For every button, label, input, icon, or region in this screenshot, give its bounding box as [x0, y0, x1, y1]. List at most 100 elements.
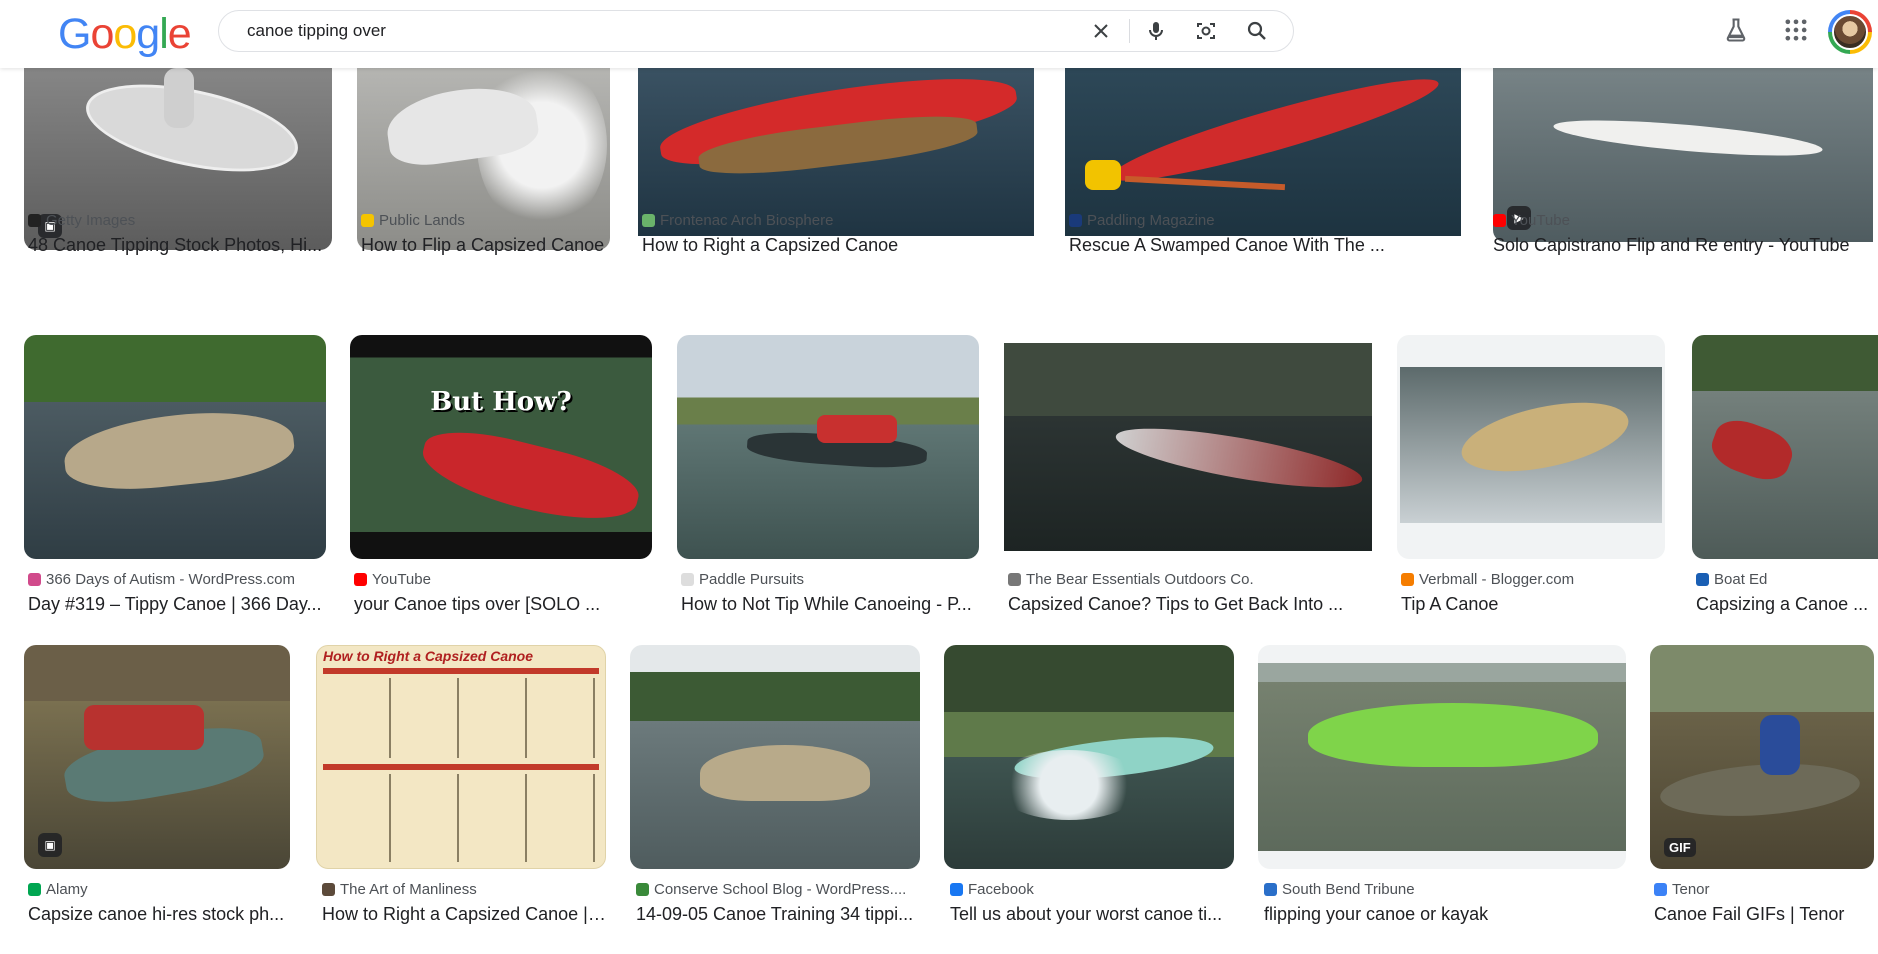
result-source: Getty Images — [28, 212, 135, 229]
result-thumbnail[interactable] — [1258, 645, 1626, 869]
result-thumbnail[interactable]: GIF — [1650, 645, 1874, 869]
result-title[interactable]: How to Not Tip While Canoeing - P... — [681, 594, 977, 615]
source-favicon — [28, 573, 41, 586]
source-favicon — [1493, 214, 1506, 227]
paddle-shape — [1124, 175, 1286, 191]
lens-camera-icon[interactable] — [1194, 19, 1218, 43]
thumbnail-image — [1258, 663, 1626, 851]
image-result-card[interactable]: Verbmall - Blogger.com Tip A Canoe — [1397, 335, 1667, 625]
illustration-panels — [323, 774, 599, 862]
result-title[interactable]: Rescue A Swamped Canoe With The ... — [1069, 235, 1461, 256]
image-result-card[interactable]: ▣ Alamy Capsize canoe hi-res stock ph... — [24, 645, 294, 940]
source-favicon — [354, 573, 367, 586]
result-thumbnail[interactable] — [1065, 50, 1461, 236]
result-source: Public Lands — [361, 212, 465, 229]
result-thumbnail[interactable]: But How? — [350, 335, 652, 559]
thumbnail-image — [1400, 367, 1662, 523]
white-canoe-shape — [1552, 113, 1824, 163]
image-result-card[interactable]: But How? YouTube your Canoe tips over [S… — [350, 335, 654, 625]
result-title[interactable]: Tip A Canoe — [1401, 594, 1665, 615]
image-type-icon: ▣ — [38, 833, 62, 857]
canoe-shape — [1112, 416, 1366, 500]
result-thumbnail[interactable] — [1397, 335, 1665, 559]
source-favicon — [642, 214, 655, 227]
account-avatar[interactable] — [1828, 10, 1872, 54]
result-title[interactable]: Tell us about your worst canoe ti... — [950, 904, 1234, 925]
image-result-card[interactable]: Facebook Tell us about your worst canoe … — [944, 645, 1238, 940]
green-kayak-shape — [1308, 703, 1598, 767]
source-favicon — [1264, 883, 1277, 896]
life-vest-shape — [1085, 160, 1121, 190]
result-title[interactable]: your Canoe tips over [SOLO ... — [354, 594, 650, 615]
image-result-card[interactable]: Boat Ed Capsizing a Canoe ... — [1692, 335, 1878, 625]
result-title[interactable]: How to Right a Capsized Canoe — [642, 235, 1034, 256]
thumbnail-divider — [323, 668, 599, 674]
result-thumbnail[interactable] — [638, 50, 1034, 236]
microphone-icon[interactable] — [1144, 19, 1168, 43]
result-thumbnail[interactable] — [1692, 335, 1878, 559]
search-input[interactable] — [245, 17, 1049, 45]
source-favicon — [681, 573, 694, 586]
search-box — [218, 10, 1294, 52]
source-favicon — [28, 883, 41, 896]
thumbnail-divider — [323, 764, 599, 770]
result-title[interactable]: Capsizing a Canoe ... — [1696, 594, 1878, 615]
paddler-shape — [1760, 715, 1800, 775]
result-source: YouTube — [1493, 212, 1570, 229]
result-title[interactable]: 48 Canoe Tipping Stock Photos, Hi... — [28, 235, 332, 256]
clear-icon[interactable] — [1089, 19, 1113, 43]
result-source: Frontenac Arch Biosphere — [642, 212, 833, 229]
paddlers-shape — [84, 705, 204, 750]
google-logo[interactable]: Google — [58, 10, 192, 59]
labs-flask-icon[interactable] — [1722, 16, 1750, 44]
result-source: Paddle Pursuits — [681, 571, 804, 588]
image-result-card[interactable]: South Bend Tribune flipping your canoe o… — [1258, 645, 1630, 940]
thumbnail-caption: But How? — [430, 387, 572, 417]
result-title[interactable]: flipping your canoe or kayak — [1264, 904, 1626, 925]
result-thumbnail[interactable] — [24, 335, 326, 559]
splash-shape — [994, 750, 1144, 820]
source-favicon — [322, 883, 335, 896]
search-divider — [1129, 19, 1130, 43]
canoe-shape — [1705, 412, 1799, 488]
image-result-card[interactable]: Paddle Pursuits How to Not Tip While Can… — [677, 335, 981, 625]
image-result-card[interactable]: How to Right a Capsized Canoe The Art of… — [316, 645, 610, 940]
source-favicon — [1696, 573, 1709, 586]
result-title[interactable]: Day #319 – Tippy Canoe | 366 Day... — [28, 594, 324, 615]
person-shape — [164, 68, 194, 128]
result-source: South Bend Tribune — [1264, 881, 1415, 898]
apps-grid-icon[interactable] — [1782, 16, 1810, 44]
source-favicon — [950, 883, 963, 896]
source-favicon — [28, 214, 41, 227]
source-favicon — [1654, 883, 1667, 896]
result-title[interactable]: Capsize canoe hi-res stock ph... — [28, 904, 290, 925]
avatar-photo — [1832, 14, 1868, 50]
result-title[interactable]: 14-09-05 Canoe Training 34 tippi... — [636, 904, 920, 925]
result-title[interactable]: How to Right a Capsized Canoe | ... — [322, 904, 606, 925]
result-source: The Art of Manliness — [322, 881, 477, 898]
result-thumbnail[interactable] — [677, 335, 979, 559]
result-title[interactable]: Capsized Canoe? Tips to Get Back Into ..… — [1008, 594, 1374, 615]
result-thumbnail[interactable] — [1004, 343, 1372, 551]
result-source: Paddling Magazine — [1069, 212, 1215, 229]
result-thumbnail[interactable] — [944, 645, 1234, 869]
image-result-card[interactable]: GIF Tenor Canoe Fail GIFs | Tenor — [1650, 645, 1878, 940]
canoe-shape — [1455, 389, 1635, 485]
result-thumbnail[interactable]: ▣ — [24, 645, 290, 869]
result-source: Boat Ed — [1696, 571, 1767, 588]
image-result-card[interactable]: Conserve School Blog - WordPress.... 14-… — [630, 645, 924, 940]
red-canoe-shape — [1106, 63, 1444, 197]
result-thumbnail[interactable] — [630, 645, 920, 869]
source-favicon — [1069, 214, 1082, 227]
image-result-card[interactable]: The Bear Essentials Outdoors Co. Capsize… — [1004, 335, 1374, 625]
result-title[interactable]: Canoe Fail GIFs | Tenor — [1654, 904, 1876, 925]
result-source: The Bear Essentials Outdoors Co. — [1008, 571, 1254, 588]
search-icon[interactable] — [1245, 19, 1269, 43]
image-result-card[interactable]: 366 Days of Autism - WordPress.com Day #… — [24, 335, 328, 625]
result-title[interactable]: Solo Capistrano Flip and Re entry - YouT… — [1493, 235, 1873, 256]
result-source: Facebook — [950, 881, 1034, 898]
source-favicon — [361, 214, 374, 227]
result-source: Verbmall - Blogger.com — [1401, 571, 1574, 588]
result-thumbnail[interactable]: How to Right a Capsized Canoe — [316, 645, 606, 869]
result-title[interactable]: How to Flip a Capsized Canoe — [361, 235, 611, 256]
